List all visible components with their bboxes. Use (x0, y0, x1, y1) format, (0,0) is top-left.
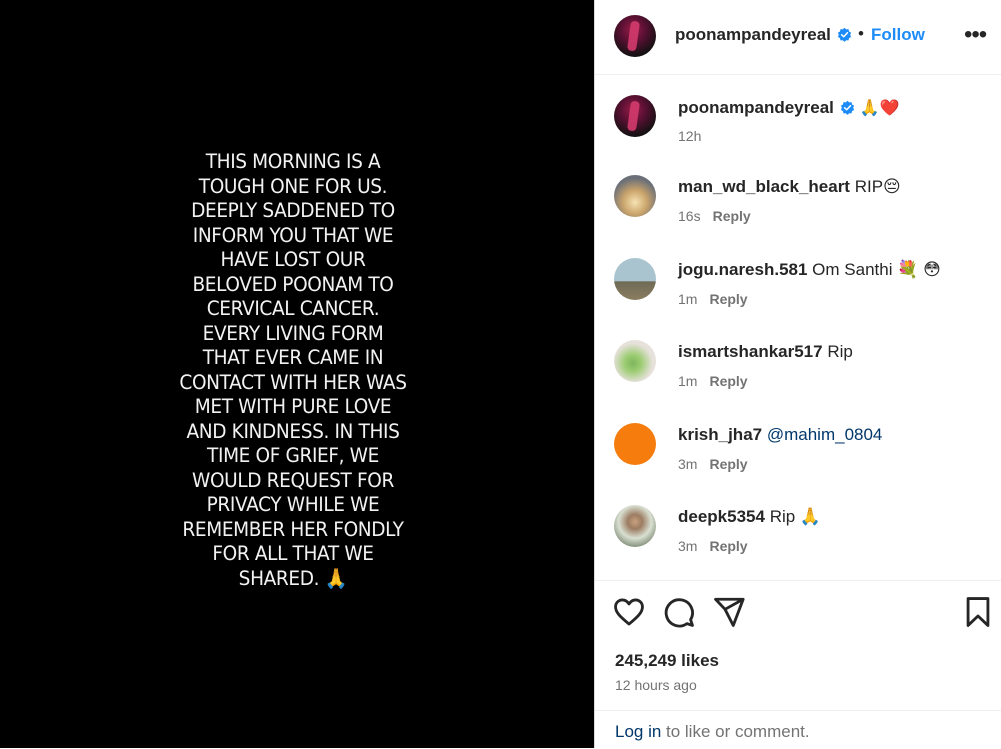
post-side-panel: poonampandeyreal • Follow ••• poonampand… (594, 0, 1001, 748)
comment-row: man_wd_black_heart RIP😔 16s Reply (595, 163, 1001, 245)
comment-row: deepk5354 Rip 🙏 3m Reply (595, 493, 1001, 575)
comment-meta: 3m Reply (678, 538, 748, 554)
reply-button[interactable]: Reply (709, 373, 747, 389)
comment-text: Rip 🙏 (769, 507, 822, 526)
comment-line: deepk5354 Rip 🙏 (678, 507, 821, 527)
comment-line: jogu.naresh.581 Om Santhi 💐 😳 (678, 260, 941, 280)
comment-username[interactable]: deepk5354 (678, 507, 765, 526)
comment-time: 3m (678, 538, 698, 554)
caption-username[interactable]: poonampandeyreal (678, 98, 834, 117)
comment-row: jogu.naresh.581 Om Santhi 💐 😳 1m Reply (595, 246, 1001, 328)
header-username[interactable]: poonampandeyreal (675, 25, 852, 45)
avatar[interactable] (614, 15, 656, 57)
avatar[interactable] (614, 175, 656, 217)
verified-badge-icon (840, 100, 854, 115)
likes-count[interactable]: 245,249 likes (615, 651, 719, 671)
post-media: THIS MORNING IS A TOUGH ONE FOR US. DEEP… (0, 0, 594, 748)
caption: poonampandeyreal 🙏❤️ 12h (595, 75, 1001, 163)
comment-line: ismartshankar517 Rip (678, 342, 853, 362)
avatar[interactable] (614, 258, 656, 300)
comment-time: 16s (678, 208, 701, 224)
post-header: poonampandeyreal • Follow ••• (595, 0, 1001, 75)
comment-time: 1m (678, 291, 698, 307)
comment-time: 3m (678, 456, 698, 472)
reply-button[interactable]: Reply (709, 538, 747, 554)
comment-bubble-icon[interactable] (662, 595, 696, 629)
follow-button[interactable]: Follow (871, 25, 925, 45)
comment-text: RIP😔 (854, 177, 901, 196)
like-heart-icon[interactable] (612, 595, 646, 629)
reply-button[interactable]: Reply (709, 456, 747, 472)
comment-row: ismartshankar517 Rip 1m Reply (595, 328, 1001, 410)
comment-text: Om Santhi 💐 😳 (812, 260, 941, 279)
login-prompt-text: to like or comment. (666, 722, 810, 741)
comment-meta: 1m Reply (678, 373, 748, 389)
reply-button[interactable]: Reply (709, 291, 747, 307)
verified-badge-icon (837, 27, 851, 42)
share-send-icon[interactable] (712, 595, 746, 629)
comment-meta: 3m Reply (678, 456, 748, 472)
comment-mention-link[interactable]: @mahim_0804 (767, 425, 883, 444)
post-time: 12 hours ago (615, 677, 697, 693)
caption-text-line: poonampandeyreal 🙏❤️ (678, 98, 899, 118)
comment-line: man_wd_black_heart RIP😔 (678, 177, 901, 197)
comment-text: Rip (827, 342, 853, 361)
comment-row: krish_jha7 @mahim_0804 3m Reply (595, 411, 1001, 493)
comment-username[interactable]: jogu.naresh.581 (678, 260, 807, 279)
avatar[interactable] (614, 505, 656, 547)
save-bookmark-icon[interactable] (961, 595, 995, 629)
comment-username[interactable]: krish_jha7 (678, 425, 762, 444)
avatar[interactable] (614, 95, 656, 137)
reply-button[interactable]: Reply (713, 208, 751, 224)
comment-time: 1m (678, 373, 698, 389)
caption-time: 12h (678, 128, 702, 144)
more-options-icon[interactable]: ••• (964, 23, 988, 49)
login-prompt: Log in to like or comment. (595, 710, 1001, 749)
comment-line: krish_jha7 @mahim_0804 (678, 425, 882, 445)
caption-text: 🙏❤️ (859, 98, 900, 117)
login-link[interactable]: Log in (615, 722, 661, 742)
action-section: 245,249 likes 12 hours ago Log in to lik… (595, 580, 1001, 748)
story-text: THIS MORNING IS A TOUGH ONE FOR US. DEEP… (179, 150, 407, 590)
separator-dot: • (858, 24, 864, 43)
comment-meta: 1m Reply (678, 291, 748, 307)
comment-meta: 16s Reply (678, 208, 751, 224)
comment-username[interactable]: man_wd_black_heart (678, 177, 850, 196)
comment-username[interactable]: ismartshankar517 (678, 342, 823, 361)
avatar[interactable] (614, 340, 656, 382)
avatar[interactable] (614, 423, 656, 465)
